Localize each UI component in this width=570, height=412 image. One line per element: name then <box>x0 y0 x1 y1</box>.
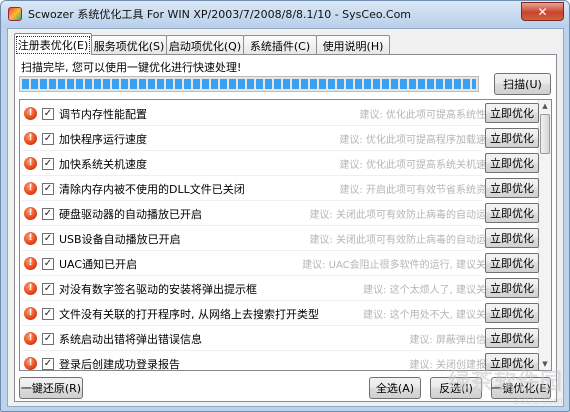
list-item: ! ✓ 系统启动出错将弹出错误信息 建议: 屏蔽弹出信息 立即优化 <box>20 326 539 351</box>
optimize-now-button[interactable]: 立即优化 <box>485 203 539 223</box>
tab-startup[interactable]: 启动项优化(Q) <box>166 35 244 55</box>
tab-help[interactable]: 使用说明(H) <box>316 35 390 55</box>
app-logo-icon <box>8 7 22 21</box>
tab-services[interactable]: 服务项优化(S) <box>91 35 167 55</box>
item-checkbox[interactable]: ✓ <box>42 257 54 270</box>
select-all-button[interactable]: 全选(A) <box>369 377 421 399</box>
list-item: ! ✓ 对没有数字签名驱动的安装将弹出提示框 建议: 这个太烦人了, 建议关闭 立即优化 <box>20 276 539 301</box>
window-title: Scwozer 系统优化工具 For WIN XP/2003/7/2008/8/… <box>28 8 412 21</box>
optimize-now-button[interactable]: 立即优化 <box>485 228 539 248</box>
item-checkbox[interactable]: ✓ <box>42 107 54 120</box>
item-checkbox[interactable]: ✓ <box>42 132 54 145</box>
item-label: 调节内存性能配置 <box>59 107 147 121</box>
list-item: ! ✓ UAC通知已开启 建议: UAC会阻止很多软件的运行, 建议关闭 立即优化 <box>20 251 539 276</box>
list-item: ! ✓ USB设备自动播放已开启 建议: 关闭此项可有效防止病毒的自动运行 立即优化 <box>20 226 539 251</box>
item-checkbox[interactable]: ✓ <box>42 332 54 345</box>
tab-strip: 注册表优化(E) 服务项优化(S) 启动项优化(Q) 系统插件(C) 使用说明(… <box>14 33 390 55</box>
warning-icon: ! <box>24 332 37 345</box>
warning-icon: ! <box>24 107 37 120</box>
watermark-sub: 33LC.com <box>513 396 563 407</box>
tab-label: 注册表优化(E) <box>15 35 91 54</box>
item-label: 系统启动出错将弹出错误信息 <box>59 332 202 346</box>
warning-icon: ! <box>24 182 37 195</box>
list-item: ! ✓ 清除内存内被不使用的DLL文件已关闭 建议: 开启此项可有效节省系统资源 立即优… <box>20 176 539 201</box>
scroll-thumb[interactable] <box>540 114 550 154</box>
item-checkbox[interactable]: ✓ <box>42 182 54 195</box>
list-item: ! ✓ 硬盘驱动器的自动播放已开启 建议: 关闭此项可有效防止病毒的自动运行 立即优化 <box>20 201 539 226</box>
site-watermark: 绿茶软件园 33LC.com <box>448 364 563 407</box>
warning-icon: ! <box>24 207 37 220</box>
client-area: 注册表优化(E) 服务项优化(S) 启动项优化(Q) 系统插件(C) 使用说明(… <box>7 28 564 407</box>
optimize-now-button[interactable]: 立即优化 <box>485 303 539 323</box>
tab-label: 使用说明(H) <box>322 39 384 53</box>
item-label: 对没有数字签名驱动的安装将弹出提示框 <box>59 282 257 296</box>
item-hint: 建议: 优化此项可提高系统关机速度 <box>339 160 496 171</box>
list-scrollbar[interactable]: ▲ ▼ <box>538 100 551 370</box>
scroll-up-icon[interactable]: ▲ <box>539 100 551 112</box>
optimize-now-button[interactable]: 立即优化 <box>485 253 539 273</box>
item-hint: 建议: 关闭此项可有效防止病毒的自动运行 <box>309 235 496 246</box>
item-checkbox[interactable]: ✓ <box>42 232 54 245</box>
tab-registry[interactable]: 注册表优化(E) <box>14 33 92 55</box>
app-window: Scwozer 系统优化工具 For WIN XP/2003/7/2008/8/… <box>0 0 570 412</box>
restore-button[interactable]: 一键还原(R) <box>19 377 83 399</box>
list-item: ! ✓ 加快程序运行速度 建议: 优化此项可提高程序加载速度 立即优化 <box>20 126 539 151</box>
item-label: 文件没有关联的打开程序时, 从网络上去搜索打开类型 <box>59 307 319 321</box>
item-hint: 建议: 优化此项可提高系统性能 <box>359 110 496 121</box>
item-label: 登录后创建成功登录报告 <box>59 357 180 371</box>
item-label: 加快程序运行速度 <box>59 132 147 146</box>
tab-label: 系统插件(C) <box>249 39 311 53</box>
item-label: UAC通知已开启 <box>59 257 138 271</box>
warning-icon: ! <box>24 282 37 295</box>
scan-button[interactable]: 扫描(U) <box>494 73 551 95</box>
item-hint: 建议: 这个太烦人了, 建议关闭 <box>363 285 496 296</box>
warning-icon: ! <box>24 257 37 270</box>
optimize-now-button[interactable]: 立即优化 <box>485 103 539 123</box>
list-item: ! ✓ 调节内存性能配置 建议: 优化此项可提高系统性能 立即优化 <box>20 101 539 126</box>
watermark-main: 绿茶软件园 <box>447 370 563 395</box>
item-checkbox[interactable]: ✓ <box>42 207 54 220</box>
item-label: 清除内存内被不使用的DLL文件已关闭 <box>59 182 245 196</box>
item-checkbox[interactable]: ✓ <box>42 282 54 295</box>
optimize-now-button[interactable]: 立即优化 <box>485 153 539 173</box>
list-item: ! ✓ 加快系统关机速度 建议: 优化此项可提高系统关机速度 立即优化 <box>20 151 539 176</box>
close-button[interactable]: ✕ <box>521 2 564 21</box>
title-bar[interactable]: Scwozer 系统优化工具 For WIN XP/2003/7/2008/8/… <box>1 1 569 27</box>
optimization-list: ▲ ▼ ! ✓ 调节内存性能配置 建议: 优化此项可提高系统性能 立即优化! ✓ 加快程序运… <box>19 99 552 371</box>
warning-icon: ! <box>24 232 37 245</box>
scan-status-text: 扫描完毕, 您可以使用一键优化进行快速处理! <box>21 61 242 74</box>
item-hint: 建议: 屏蔽弹出信息 <box>409 335 496 346</box>
item-hint: 建议: 关闭此项可有效防止病毒的自动运行 <box>309 210 496 221</box>
tab-label: 服务项优化(S) <box>93 39 165 53</box>
optimize-now-button[interactable]: 立即优化 <box>485 278 539 298</box>
list-item: ! ✓ 文件没有关联的打开程序时, 从网络上去搜索打开类型 建议: 这个用处不大, 建… <box>20 301 539 326</box>
item-hint: 建议: 开启此项可有效节省系统资源 <box>339 185 496 196</box>
registry-panel: 扫描完毕, 您可以使用一键优化进行快速处理! 扫描(U) ▲ ▼ ! ✓ 调节内存性… <box>14 54 557 402</box>
item-label: 硬盘驱动器的自动播放已开启 <box>59 207 202 221</box>
tab-label: 启动项优化(Q) <box>168 39 242 53</box>
item-label: 加快系统关机速度 <box>59 157 147 171</box>
optimize-now-button[interactable]: 立即优化 <box>485 128 539 148</box>
item-label: USB设备自动播放已开启 <box>59 232 181 246</box>
optimize-now-button[interactable]: 立即优化 <box>485 178 539 198</box>
item-hint: 建议: UAC会阻止很多软件的运行, 建议关闭 <box>302 260 496 271</box>
item-checkbox[interactable]: ✓ <box>42 307 54 320</box>
item-hint: 建议: 优化此项可提高程序加载速度 <box>339 135 496 146</box>
item-hint: 建议: 这个用处不大, 建议关闭 <box>363 310 496 321</box>
optimize-now-button[interactable]: 立即优化 <box>485 328 539 348</box>
warning-icon: ! <box>24 157 37 170</box>
warning-icon: ! <box>24 357 37 370</box>
tab-plugins[interactable]: 系统插件(C) <box>243 35 317 55</box>
item-checkbox[interactable]: ✓ <box>42 357 54 370</box>
scan-progress-bar <box>19 76 479 92</box>
item-checkbox[interactable]: ✓ <box>42 157 54 170</box>
warning-icon: ! <box>24 132 37 145</box>
warning-icon: ! <box>24 307 37 320</box>
progress-fill <box>22 79 476 89</box>
